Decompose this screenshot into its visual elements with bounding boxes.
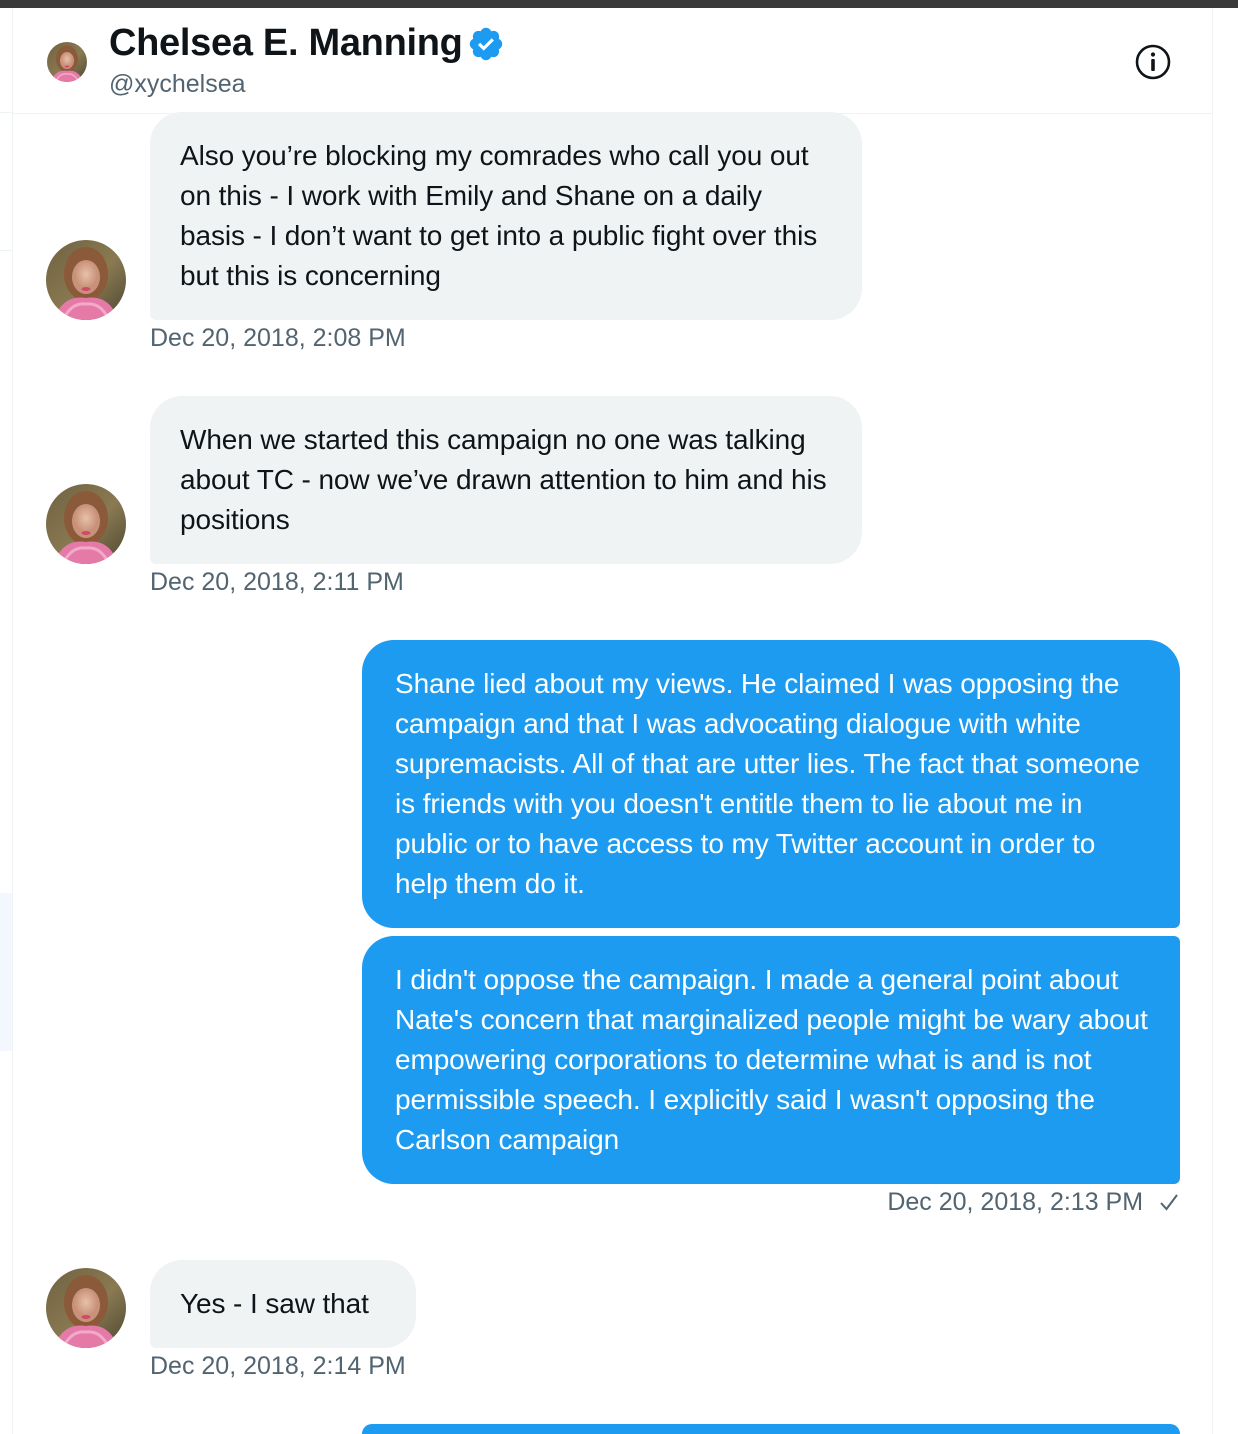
window-top-strip (0, 0, 1238, 8)
profile-photo-icon (46, 1268, 126, 1348)
message-text: Also you’re blocking my comrades who cal… (180, 140, 818, 291)
header-avatar[interactable] (47, 42, 87, 82)
left-column-divider (0, 250, 12, 251)
message-text: Yes - I saw that (180, 1288, 369, 1319)
left-column-divider (12, 8, 13, 1434)
message-timestamp: Dec 20, 2018, 2:14 PM (150, 1352, 406, 1380)
sent-message-bubble[interactable] (362, 1424, 1180, 1434)
checkmark-icon (1160, 1194, 1178, 1211)
left-column-selected-row (0, 893, 12, 1051)
profile-photo-icon (47, 42, 87, 82)
left-column-divider (0, 112, 12, 113)
header-name-row: Chelsea E. Manning (109, 22, 505, 65)
sender-avatar[interactable] (46, 240, 126, 320)
sender-avatar[interactable] (46, 1268, 126, 1348)
profile-photo-icon (46, 484, 126, 564)
sent-message-bubble[interactable]: I didn't oppose the campaign. I made a g… (362, 936, 1180, 1184)
message-timestamp: Dec 20, 2018, 2:08 PM (150, 324, 406, 352)
profile-photo-icon (46, 240, 126, 320)
message-text: I didn't oppose the campaign. I made a g… (395, 964, 1148, 1155)
profile-name[interactable]: Chelsea E. Manning (109, 22, 463, 65)
message-status-row: Dec 20, 2018, 2:13 PM (800, 1188, 1180, 1217)
message-timestamp: Dec 20, 2018, 2:13 PM (887, 1188, 1144, 1216)
message-timestamp: Dec 20, 2018, 2:11 PM (150, 568, 404, 596)
right-column-divider (1212, 8, 1213, 1434)
received-message-bubble[interactable]: Yes - I saw that (150, 1260, 416, 1348)
sender-avatar[interactable] (46, 484, 126, 564)
received-message-bubble[interactable]: When we started this campaign no one was… (150, 396, 862, 564)
verified-badge-icon (469, 27, 502, 60)
conversation-header: Chelsea E. Manning @xychelsea (13, 8, 1212, 114)
profile-handle[interactable]: @xychelsea (109, 70, 246, 99)
message-text: When we started this campaign no one was… (180, 424, 827, 535)
received-message-bubble[interactable]: Also you’re blocking my comrades who cal… (150, 112, 862, 320)
message-text: Shane lied about my views. He claimed I … (395, 668, 1140, 899)
sent-message-bubble[interactable]: Shane lied about my views. He claimed I … (362, 640, 1180, 928)
info-circle-icon[interactable] (1133, 42, 1173, 82)
